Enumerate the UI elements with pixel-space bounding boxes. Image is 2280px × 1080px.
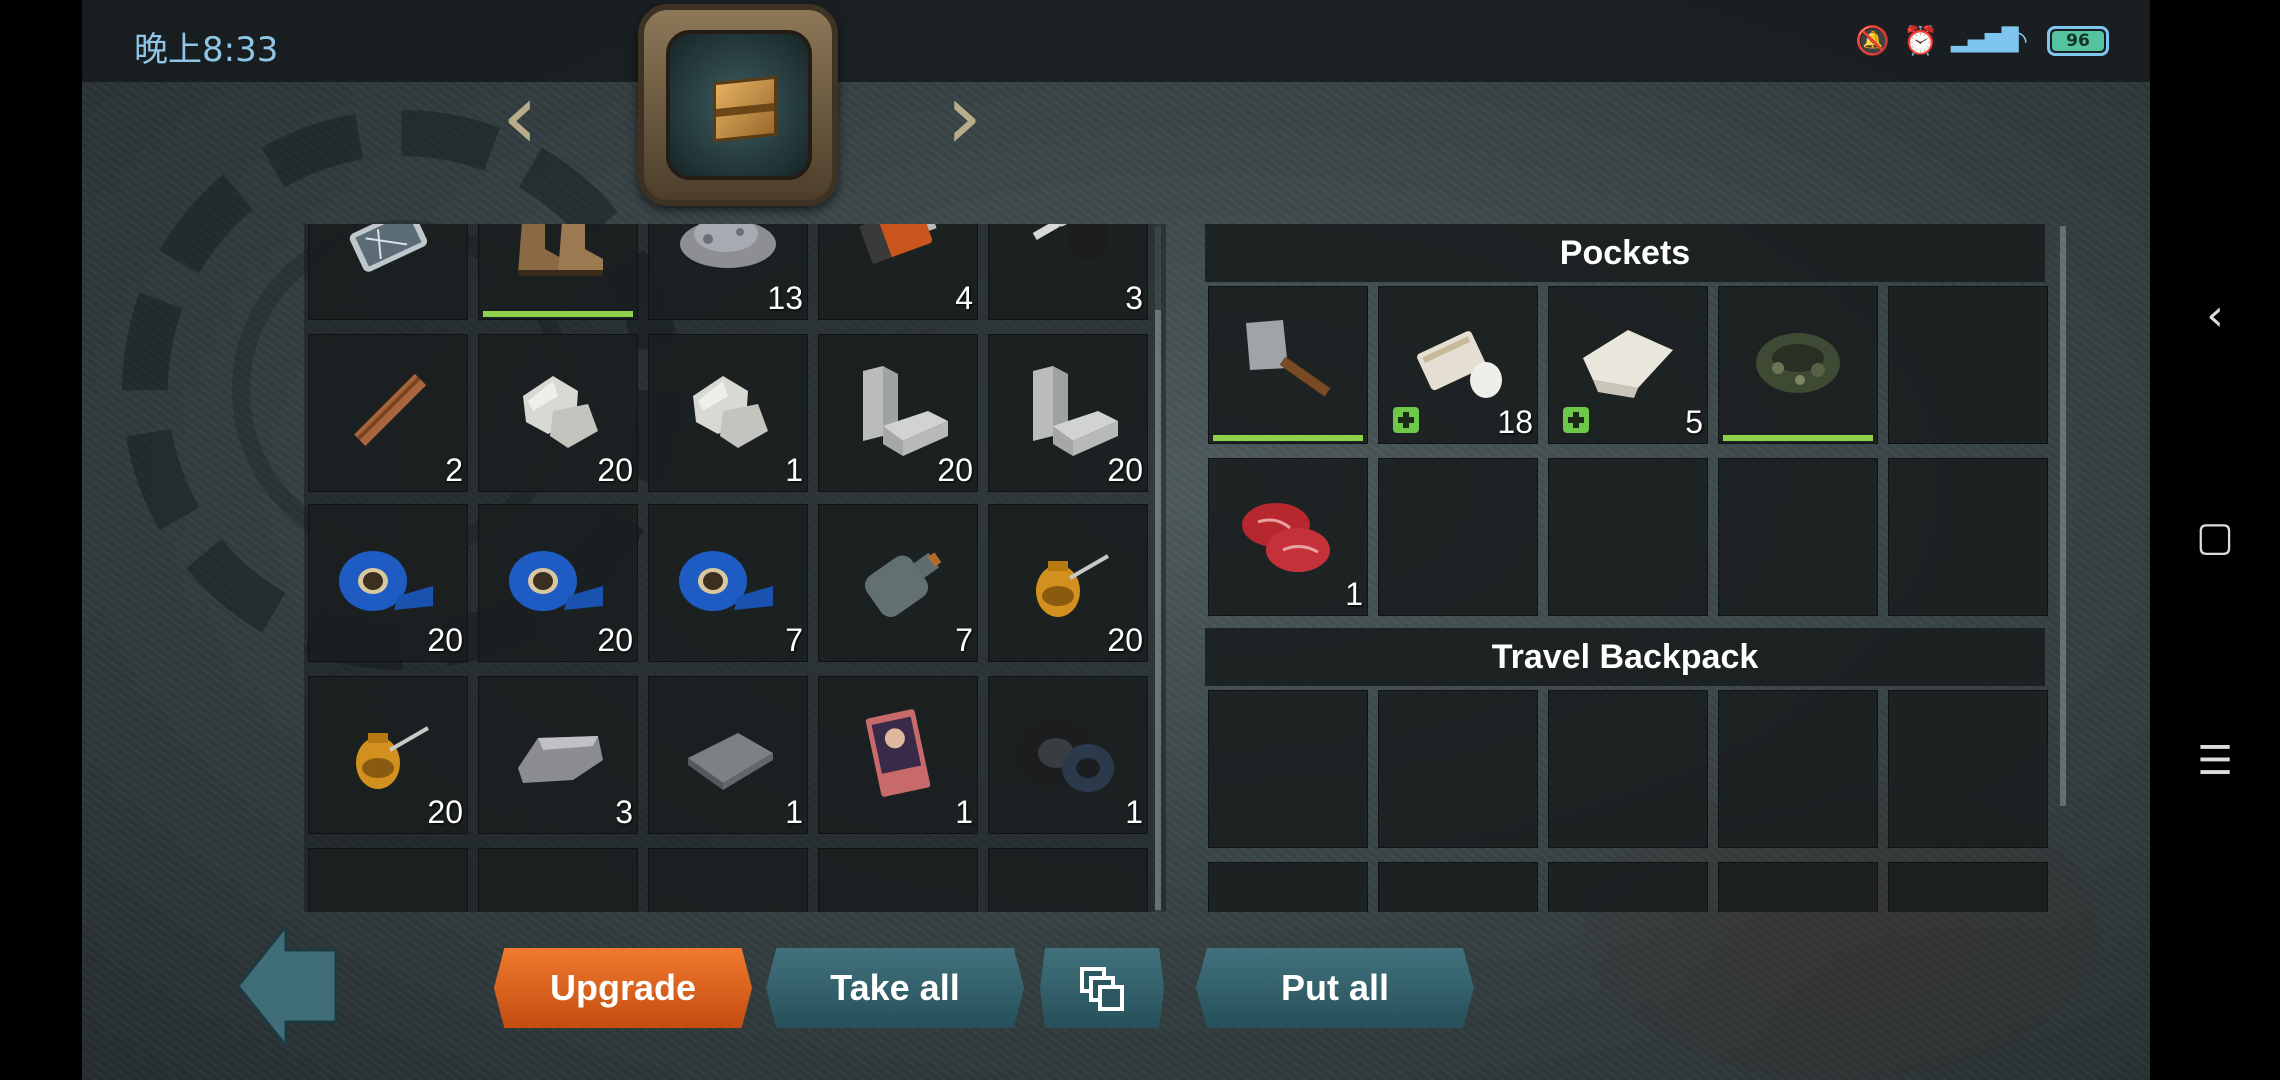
storage-slot[interactable]: 1 (648, 676, 808, 834)
storage-slot[interactable]: 20 (478, 334, 638, 492)
back-arrow-button[interactable] (238, 926, 338, 1046)
upgrade-button[interactable]: Upgrade (494, 948, 752, 1028)
medical-cross-icon (1563, 407, 1589, 433)
storage-slot[interactable]: 20 (988, 334, 1148, 492)
pocket-slot[interactable] (1718, 458, 1878, 616)
battery-level: 96 (2052, 31, 2104, 51)
item-quantity: 1 (955, 794, 973, 830)
storage-slot[interactable]: 3 (478, 676, 638, 834)
storage-scroll-thumb[interactable] (1155, 310, 1161, 910)
item-quantity: 20 (937, 452, 973, 488)
nav-menu-icon[interactable]: ☰ (2150, 738, 2280, 784)
status-time: 晚上8:33 (134, 30, 279, 70)
blue-tape-icon (668, 526, 788, 640)
glass-bottle-icon (838, 526, 958, 640)
wooden-crate-icon (713, 75, 777, 143)
storage-slot[interactable]: 20 (988, 504, 1148, 662)
battery-indicator: 96 (2047, 26, 2109, 56)
backpack-title: Travel Backpack (1205, 628, 2045, 686)
alarm-icon: ⏰ (1903, 24, 1938, 57)
mute-icon: 🔕 (1855, 24, 1890, 57)
pocket-slot[interactable]: 18 (1378, 286, 1538, 444)
next-container-button[interactable]: › (932, 71, 996, 163)
item-quantity: 3 (1125, 280, 1143, 316)
item-quantity: 2 (445, 452, 463, 488)
durability-bar (483, 311, 633, 317)
backpack-slot[interactable] (1888, 690, 2048, 848)
storage-slot[interactable]: 1 (988, 676, 1148, 834)
metal-sheet-icon (668, 698, 788, 812)
stone-icon (668, 356, 788, 470)
status-bar (82, 0, 2150, 82)
storage-slot[interactable]: 1 (648, 334, 808, 492)
put-all-button[interactable]: Put all (1196, 948, 1474, 1028)
item-quantity: 20 (1107, 452, 1143, 488)
pocket-slot[interactable] (1378, 458, 1538, 616)
item-quantity: 1 (785, 794, 803, 830)
take-all-button[interactable]: Take all (766, 948, 1024, 1028)
item-quantity: 7 (785, 622, 803, 658)
item-quantity: 1 (1345, 576, 1363, 612)
backpack-slot[interactable] (1378, 690, 1538, 848)
item-quantity: 20 (1107, 622, 1143, 658)
storage-slot[interactable]: 20 (308, 676, 468, 834)
pocket-slot[interactable] (1548, 458, 1708, 616)
prev-container-button[interactable]: ‹ (488, 71, 552, 163)
inventory-scrollbar[interactable] (2060, 226, 2066, 806)
android-nav-bar: ‹ ▢ ☰ (2150, 0, 2280, 1080)
item-quantity: 13 (767, 280, 803, 316)
item-quantity: 1 (785, 452, 803, 488)
storage-slot[interactable]: 20 (478, 504, 638, 662)
backpack-slot[interactable] (1548, 690, 1708, 848)
storage-slot[interactable]: 7 (648, 504, 808, 662)
cloth-icon (1568, 308, 1688, 422)
item-quantity: 20 (597, 622, 633, 658)
pockets-title: Pockets (1205, 224, 2045, 282)
tire-icon (1008, 698, 1128, 812)
durability-bar (1213, 435, 1363, 441)
pocket-slot[interactable]: 1 (1208, 458, 1368, 616)
pocket-slot[interactable] (1718, 286, 1878, 444)
status-icons: 🔕 ⏰ ▂▄▆█ ◠ 96 (1855, 24, 2109, 58)
pocket-slot[interactable] (1208, 286, 1368, 444)
wifi-icon: ◠ (2003, 24, 2029, 57)
item-quantity: 7 (955, 622, 973, 658)
item-quantity: 4 (955, 280, 973, 316)
hd-signal-icon: ▂▄▆█ (1951, 28, 2019, 53)
cleaver-icon (1228, 308, 1348, 422)
item-quantity: 20 (427, 794, 463, 830)
item-quantity: 20 (427, 622, 463, 658)
item-quantity: 5 (1685, 404, 1703, 440)
stack-icon (1080, 967, 1124, 1012)
metal-ingot-icon (498, 698, 618, 812)
pocket-slot[interactable]: 5 (1548, 286, 1708, 444)
backpack-slot[interactable] (1208, 690, 1368, 848)
item-quantity: 18 (1497, 404, 1533, 440)
item-quantity: 20 (597, 452, 633, 488)
storage-slot[interactable]: 1 (818, 676, 978, 834)
pocket-slot[interactable] (1888, 286, 2048, 444)
magazine-icon (838, 698, 958, 812)
raw-meat-icon (1228, 480, 1348, 594)
nav-home-icon[interactable]: ▢ (2150, 514, 2280, 560)
nav-back-icon[interactable]: ‹ (2150, 290, 2280, 341)
pocket-slot[interactable] (1888, 458, 2048, 616)
storage-slot[interactable]: 7 (818, 504, 978, 662)
medical-cross-icon (1393, 407, 1419, 433)
item-quantity: 3 (615, 794, 633, 830)
wood-plank-icon (328, 356, 448, 470)
container-screen (666, 30, 812, 180)
container-tv-frame (638, 4, 838, 206)
backpack-slot[interactable] (1718, 690, 1878, 848)
stack-items-button[interactable] (1040, 948, 1164, 1028)
storage-slot[interactable]: 20 (818, 334, 978, 492)
item-quantity: 1 (1125, 794, 1143, 830)
storage-slot[interactable]: 2 (308, 334, 468, 492)
storage-slot[interactable]: 20 (308, 504, 468, 662)
camo-bandana-icon (1738, 308, 1858, 422)
durability-bar (1723, 435, 1873, 441)
